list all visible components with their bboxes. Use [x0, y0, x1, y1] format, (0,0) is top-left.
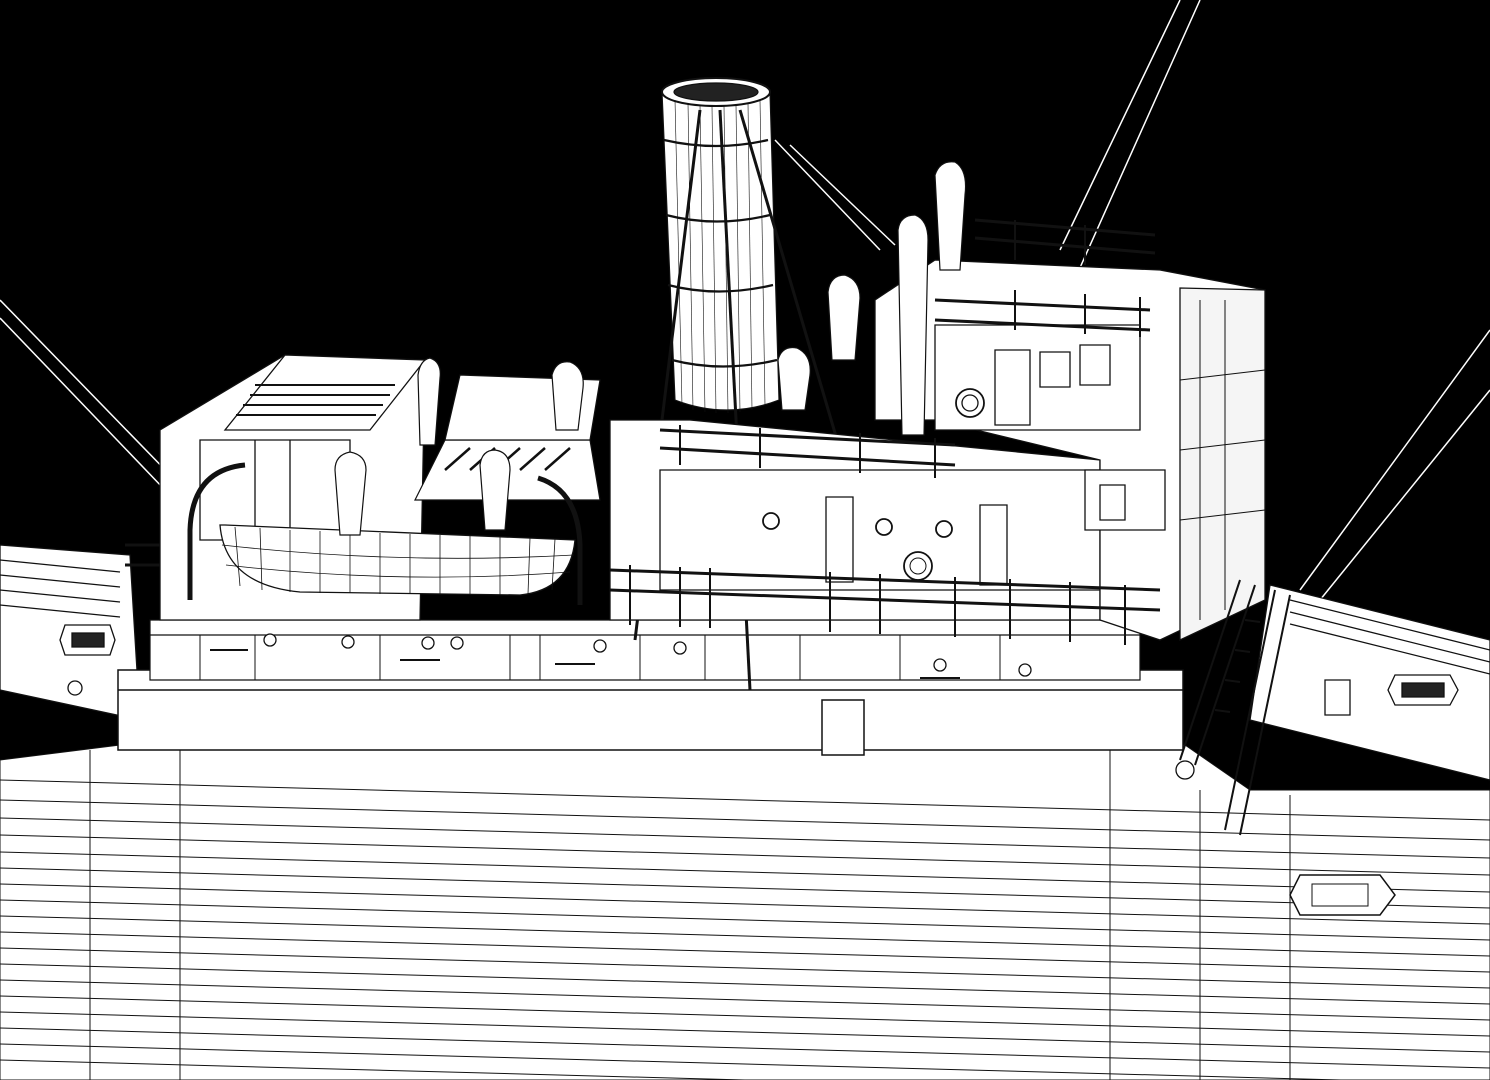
deck-bulwark — [118, 670, 1183, 755]
lower-deckhouse — [150, 620, 1140, 680]
porthole — [763, 513, 779, 529]
porthole — [936, 521, 952, 537]
main-hull — [0, 745, 1490, 1080]
ship-wireframe-render — [0, 0, 1490, 1080]
porthole — [876, 519, 892, 535]
